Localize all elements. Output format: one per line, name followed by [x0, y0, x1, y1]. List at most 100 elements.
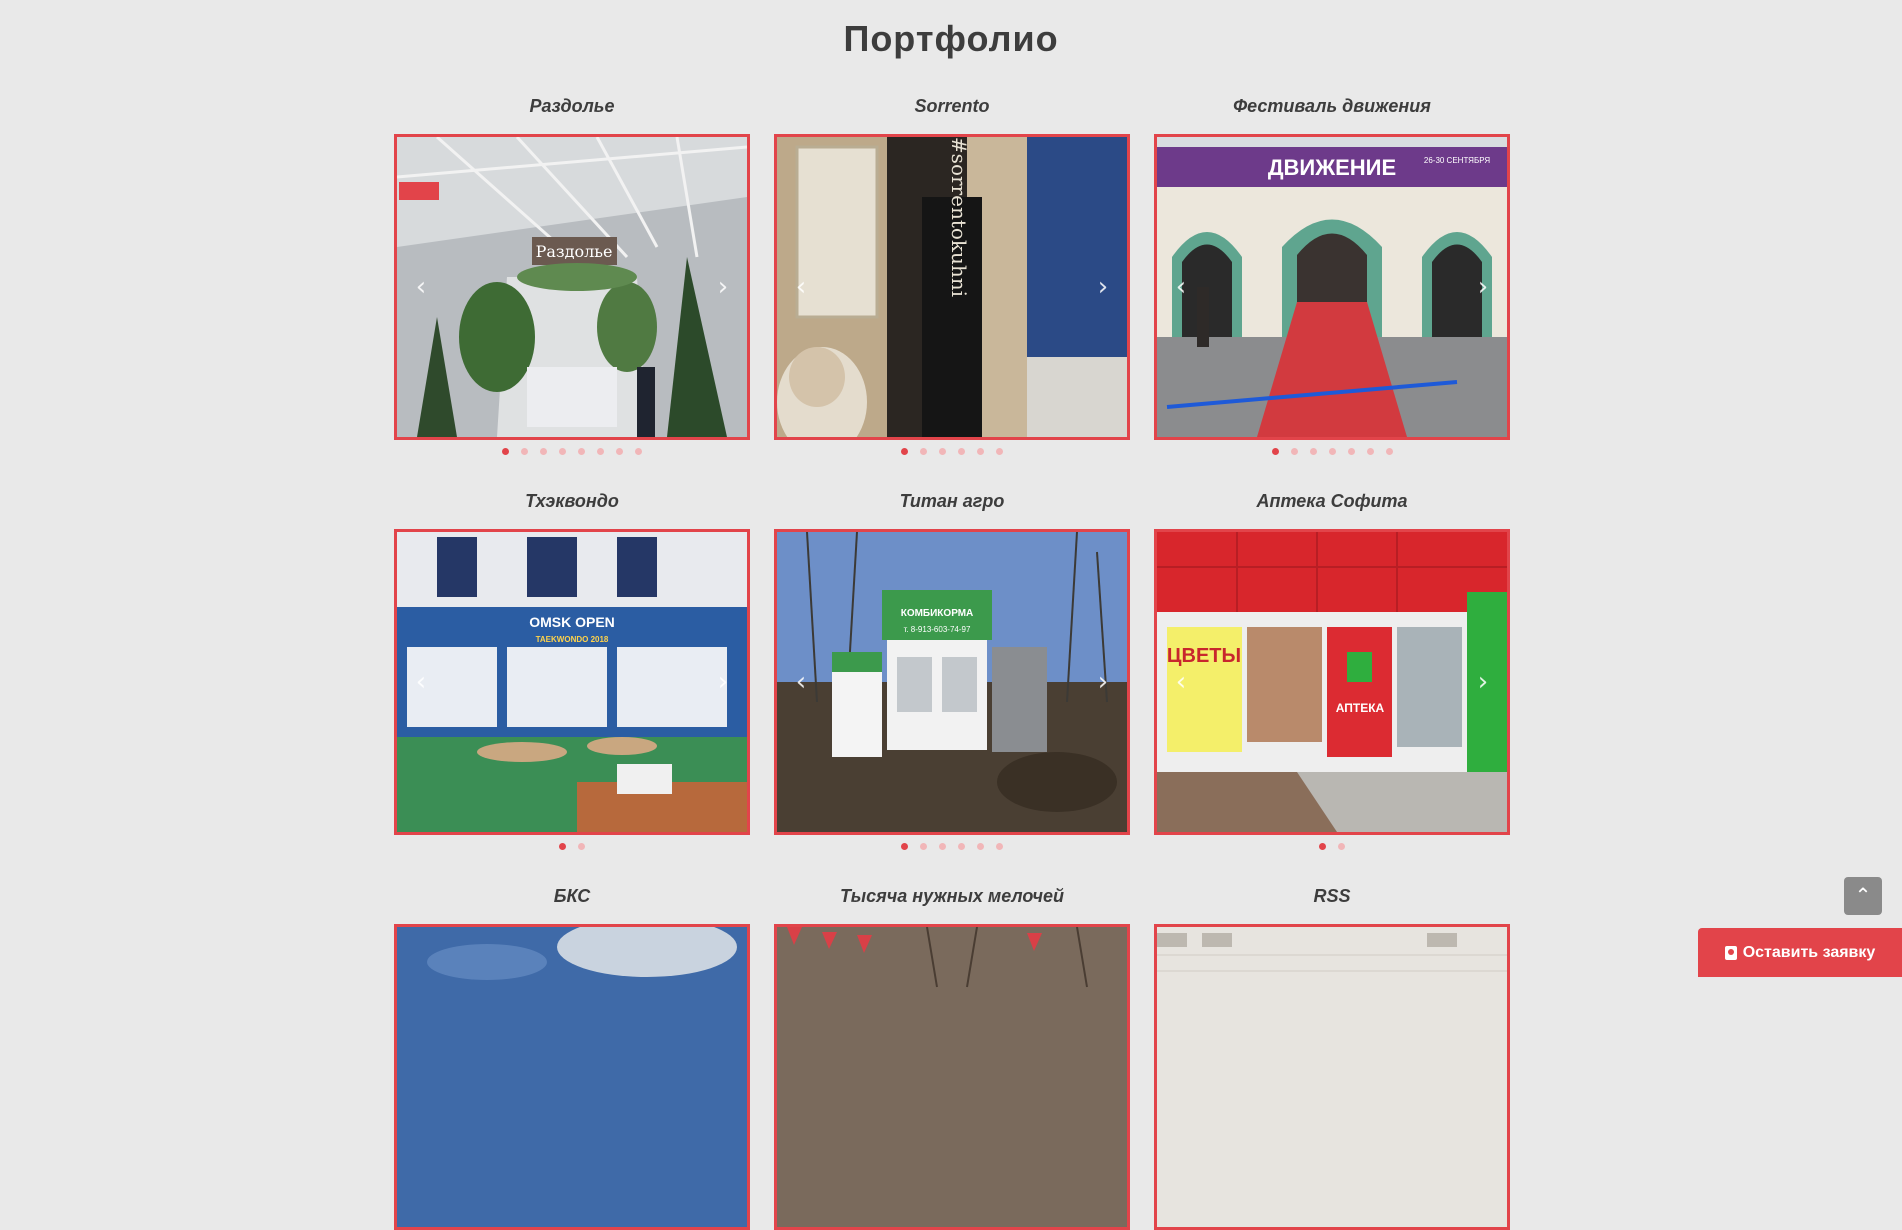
slider-dot[interactable]: [1385, 448, 1393, 455]
slider-dot[interactable]: [1328, 448, 1336, 455]
portfolio-item-title: Титан агро: [899, 491, 1005, 511]
portfolio-item-title: Аптека Софита: [1256, 491, 1408, 511]
slider-dot[interactable]: [635, 448, 642, 455]
slider-dot[interactable]: [616, 448, 623, 455]
slider-dot[interactable]: [578, 448, 585, 455]
portfolio-item: БКС: [394, 882, 750, 1230]
slider-dot[interactable]: [540, 448, 547, 455]
portfolio-item-title: Раздолье: [529, 96, 615, 116]
slider-next-arrow[interactable]: ›: [1089, 668, 1117, 696]
slide-image: Раздолье: [397, 137, 747, 437]
slider-dot[interactable]: [521, 448, 528, 455]
slider-dot[interactable]: [958, 843, 965, 850]
slider-dot[interactable]: [1366, 448, 1374, 455]
slider-dot[interactable]: [1338, 843, 1345, 850]
portfolio-item: Фестиваль движения ДВИЖЕНИЕ 26-30 СЕНТЯБ…: [1154, 92, 1510, 455]
double-chevron-up-icon[interactable]: ⌃: [1844, 877, 1882, 915]
svg-text:26-30 СЕНТЯБРЯ: 26-30 СЕНТЯБРЯ: [1424, 156, 1490, 165]
svg-text:АПТЕКА: АПТЕКА: [1336, 701, 1385, 715]
slider-prev-arrow[interactable]: ‹: [407, 668, 435, 696]
portfolio-item: Тысяча нужных мелочей: [774, 882, 1130, 1230]
portfolio-item-title: Тысяча нужных мелочей: [840, 886, 1064, 906]
portfolio-slider[interactable]: [1154, 924, 1510, 1230]
portfolio-slider[interactable]: [774, 924, 1130, 1230]
slider-dot[interactable]: [901, 448, 908, 455]
portfolio-item: RSS: [1154, 882, 1510, 1230]
slider-dots: [394, 448, 750, 460]
slide-image: [1157, 927, 1507, 1227]
slide-image: [397, 927, 747, 1227]
slider-next-arrow[interactable]: ›: [1089, 273, 1117, 301]
slider-dots: [774, 843, 1130, 855]
slider-dot[interactable]: [996, 843, 1003, 850]
slide-image: #sorrentokuhni: [777, 137, 1127, 437]
slider-prev-arrow[interactable]: ‹: [787, 668, 815, 696]
svg-text:#sorrentokuhni: #sorrentokuhni: [947, 137, 971, 297]
slider-dot[interactable]: [1271, 448, 1279, 455]
slider-dot[interactable]: [502, 448, 509, 455]
slider-dot[interactable]: [597, 448, 604, 455]
slider-dot[interactable]: [1309, 448, 1317, 455]
slider-prev-arrow[interactable]: ‹: [1167, 273, 1195, 301]
slider-dots: [1154, 448, 1510, 460]
slider-next-arrow[interactable]: ›: [709, 668, 737, 696]
slider-dot[interactable]: [920, 448, 927, 455]
svg-text:ДВИЖЕНИЕ: ДВИЖЕНИЕ: [1268, 155, 1396, 180]
slider-dot[interactable]: [901, 843, 908, 850]
slide-image: OMSK OPEN TAEKWONDO 2018: [397, 532, 747, 832]
portfolio-item: Титан агро КОМБИКОРМА т. 8-913-603-74-97: [774, 487, 1130, 850]
portfolio-slider[interactable]: ЦВЕТЫ АПТЕКА ‹ ›: [1154, 529, 1510, 835]
slide-image: ЦВЕТЫ АПТЕКА: [1157, 532, 1507, 832]
slider-next-arrow[interactable]: ›: [1469, 668, 1497, 696]
slide-image: ДВИЖЕНИЕ 26-30 СЕНТЯБРЯ: [1157, 137, 1507, 437]
portfolio-item-title: RSS: [1313, 886, 1351, 906]
slider-dot[interactable]: [1319, 843, 1326, 850]
page-title: Портфолио: [843, 18, 1059, 59]
portfolio-slider[interactable]: OMSK OPEN TAEKWONDO 2018 ‹ ›: [394, 529, 750, 835]
slider-dot[interactable]: [1290, 448, 1298, 455]
svg-text:Раздолье: Раздолье: [536, 242, 613, 261]
request-button[interactable]: Оставить заявку: [1698, 928, 1902, 977]
slider-prev-arrow[interactable]: ‹: [787, 273, 815, 301]
portfolio-item: Sorrento #sorrentokuhni ‹ ›: [774, 92, 1130, 455]
slider-prev-arrow[interactable]: ‹: [407, 273, 435, 301]
portfolio-item-title: БКС: [553, 886, 591, 906]
slider-dot[interactable]: [1347, 448, 1355, 455]
portfolio-slider[interactable]: #sorrentokuhni ‹ ›: [774, 134, 1130, 440]
slider-dot[interactable]: [977, 448, 984, 455]
portfolio-item: Тхэквондо OMSK OPEN TAEKWONDO 2018 ‹ ›: [394, 487, 750, 850]
slider-dot[interactable]: [559, 843, 566, 850]
slider-prev-arrow[interactable]: ‹: [1167, 668, 1195, 696]
slide-image: КОМБИКОРМА т. 8-913-603-74-97: [777, 532, 1127, 832]
request-button-label: Оставить заявку: [1742, 943, 1876, 961]
slider-dot[interactable]: [977, 843, 984, 850]
slider-dots: [1154, 843, 1510, 855]
svg-text:т. 8-913-603-74-97: т. 8-913-603-74-97: [904, 625, 971, 634]
slider-dot[interactable]: [578, 843, 585, 850]
slider-dots: [774, 448, 1130, 460]
slider-dots: [394, 843, 750, 855]
contact-card-icon: [1724, 945, 1737, 960]
slider-dot[interactable]: [939, 843, 946, 850]
slider-dot[interactable]: [996, 448, 1003, 455]
slider-dot[interactable]: [958, 448, 965, 455]
portfolio-item: Раздолье Раздолье ‹ ›: [394, 92, 750, 455]
slider-next-arrow[interactable]: ›: [1469, 273, 1497, 301]
portfolio-slider[interactable]: КОМБИКОРМА т. 8-913-603-74-97 ‹ ›: [774, 529, 1130, 835]
portfolio-slider[interactable]: [394, 924, 750, 1230]
slider-dot[interactable]: [559, 448, 566, 455]
svg-text:TAEKWONDO 2018: TAEKWONDO 2018: [536, 635, 609, 644]
portfolio-slider[interactable]: ДВИЖЕНИЕ 26-30 СЕНТЯБРЯ ‹ ›: [1154, 134, 1510, 440]
portfolio-item-title: Тхэквондо: [525, 491, 619, 511]
slider-dot[interactable]: [920, 843, 927, 850]
slide-image: [777, 927, 1127, 1227]
svg-text:ЦВЕТЫ: ЦВЕТЫ: [1167, 645, 1241, 667]
portfolio-item: Аптека Софита ЦВЕТЫ АПТЕКА ‹ ›: [1154, 487, 1510, 850]
portfolio-slider[interactable]: Раздолье ‹ ›: [394, 134, 750, 440]
svg-text:OMSK OPEN: OMSK OPEN: [529, 614, 615, 630]
portfolio-item-title: Sorrento: [914, 96, 990, 116]
slider-dot[interactable]: [939, 448, 946, 455]
slider-next-arrow[interactable]: ›: [709, 273, 737, 301]
svg-text:КОМБИКОРМА: КОМБИКОРМА: [901, 608, 974, 619]
portfolio-item-title: Фестиваль движения: [1233, 96, 1431, 116]
